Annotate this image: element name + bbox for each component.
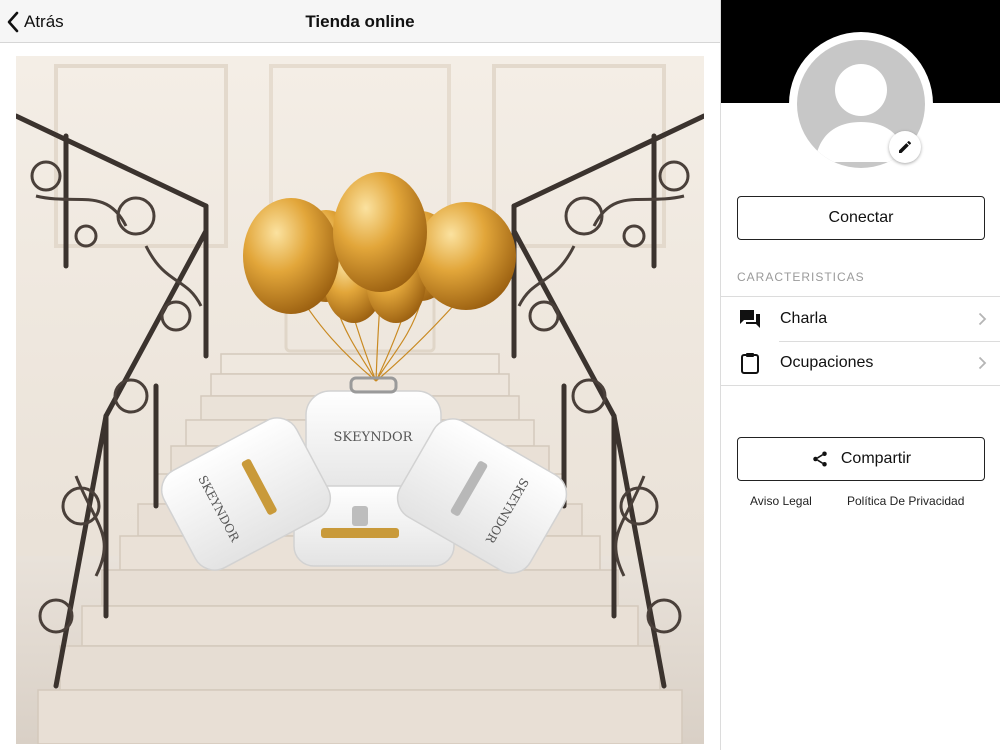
edit-avatar-button[interactable]: [889, 131, 921, 163]
list-item-label: Ocupaciones: [780, 354, 874, 371]
chevron-right-icon: [978, 356, 987, 370]
svg-text:SKEYNDOR: SKEYNDOR: [334, 430, 414, 445]
page-title: Tienda online: [305, 12, 415, 31]
profile-sidebar: Conectar CARACTERISTICAS Charla Ocupacio…: [720, 0, 1000, 750]
connect-button[interactable]: Conectar: [737, 196, 985, 240]
list-item-label: Charla: [780, 310, 828, 327]
characteristics-header: CARACTERISTICAS: [737, 270, 865, 284]
chevron-right-icon: [978, 312, 987, 326]
list-item-ocupaciones[interactable]: Ocupaciones: [721, 341, 1000, 385]
main-pane: Atrás Tienda online SKEYNDOR SKEYNDOR SK…: [0, 0, 720, 750]
share-label: Compartir: [840, 450, 912, 467]
chat-icon: [737, 306, 763, 332]
pencil-icon: [899, 140, 912, 153]
footer-links: Aviso Legal Política De Privacidad: [721, 494, 1000, 510]
navigation-bar: Atrás Tienda online: [0, 0, 720, 43]
privacy-policy-link[interactable]: Política De Privacidad: [847, 494, 964, 508]
store-banner-image: SKEYNDOR SKEYNDOR SKEYNDOR: [16, 56, 704, 744]
clipboard-icon: [737, 350, 763, 376]
legal-notice-link[interactable]: Aviso Legal: [750, 494, 812, 508]
share-button[interactable]: Compartir: [737, 437, 985, 481]
share-icon: [813, 451, 827, 467]
characteristics-list: Charla Ocupaciones: [721, 296, 1000, 386]
list-item-charla[interactable]: Charla: [721, 297, 1000, 341]
